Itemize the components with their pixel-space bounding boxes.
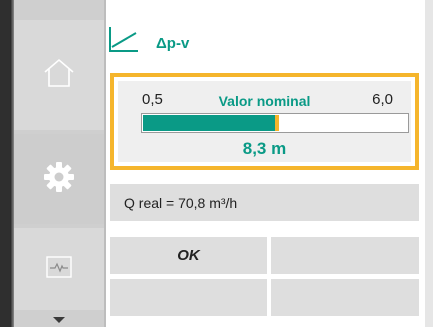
setpoint-bar-marker [275,115,279,131]
sidebar-divider [104,0,106,327]
control-mode-title: Δp-v [156,34,190,52]
setpoint-bar-fill [143,115,275,131]
empty-cell-right [271,237,419,274]
setpoint-panel-body: 0,5 Valor nominal 6,0 8,3 m [118,81,411,162]
sidebar [14,0,104,327]
q-real-text: Q real = 70,8 m³/h [124,194,238,211]
right-edge [425,0,433,327]
empty-cell-bottom-left [110,279,267,316]
setpoint-panel[interactable]: 0,5 Valor nominal 6,0 8,3 m [110,73,419,170]
setpoint-bar[interactable] [141,113,409,133]
curve-icon [108,25,140,58]
ok-button[interactable]: OK [110,237,267,274]
setpoint-value: 8,3 m [242,139,287,158]
range-max-label: 6,0 [372,91,393,108]
empty-cell-bottom-right [271,279,419,316]
sidebar-more[interactable] [14,312,104,327]
setpoint-title: Valor nominal [218,93,311,109]
sidebar-item-home[interactable] [14,20,104,130]
gear-icon [42,160,76,199]
header: Δp-v [108,18,418,64]
chevron-down-icon [52,311,66,329]
pulse-icon [46,255,72,283]
home-icon [42,57,76,94]
sidebar-item-settings[interactable] [14,134,104,224]
sidebar-item-diagnostics[interactable] [14,228,104,310]
q-real-row: Q real = 70,8 m³/h [110,184,419,221]
ok-label: OK [177,247,200,264]
